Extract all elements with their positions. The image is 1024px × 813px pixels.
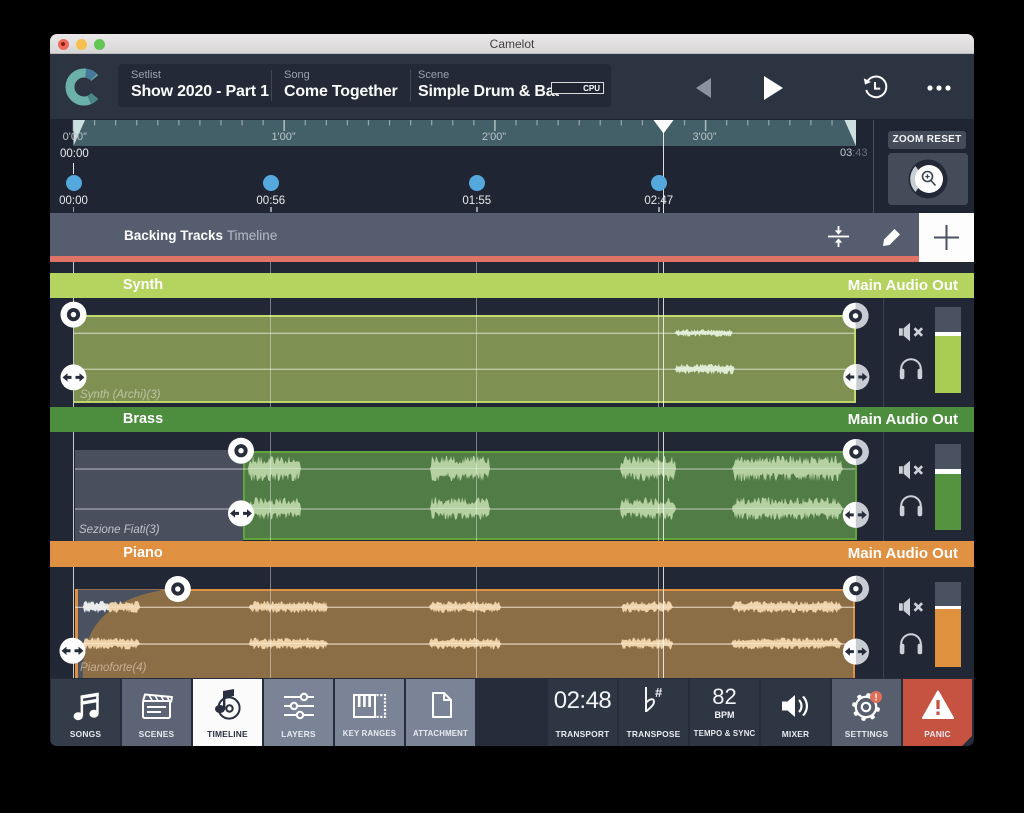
svg-text:!: ! [874, 692, 877, 703]
svg-text:#: # [655, 685, 663, 700]
